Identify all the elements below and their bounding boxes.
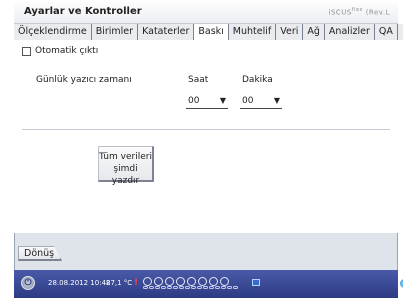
indicator-mini bbox=[227, 286, 232, 289]
indicator-dot bbox=[165, 277, 174, 286]
minute-select[interactable]: 00 ▼ bbox=[240, 93, 282, 109]
indicator-dot bbox=[220, 277, 229, 286]
indicator-mini bbox=[149, 286, 154, 289]
tab-birimler[interactable]: Birimler bbox=[91, 24, 139, 40]
brand-logo: iSCUSflex (Rev.L bbox=[328, 7, 390, 17]
minute-label: Dakika bbox=[242, 75, 273, 85]
indicator-mini bbox=[185, 286, 190, 289]
print-all-label-line2: şimdi yazdır bbox=[111, 164, 140, 186]
tab-muhtelif[interactable]: Muhtelif bbox=[228, 24, 277, 40]
daily-print-time-label: Günlük yazıcı zamanı bbox=[36, 75, 132, 85]
tab-analizler[interactable]: Analizler bbox=[324, 24, 375, 40]
dropdown-arrow-icon: ▼ bbox=[219, 96, 226, 105]
print-all-data-now-button[interactable]: Tüm verileri şimdi yazdır bbox=[98, 146, 154, 186]
indicator-mini bbox=[191, 286, 196, 289]
indicator-mini bbox=[203, 286, 208, 289]
indicator-mini bbox=[161, 286, 166, 289]
alert-icon: ! bbox=[134, 278, 139, 288]
auto-print-row[interactable]: Otomatik çıktı bbox=[22, 46, 98, 56]
tab-bar-filler bbox=[397, 24, 403, 40]
indicator-dots bbox=[143, 277, 231, 286]
tab-bar: Ölçeklendirme Birimler Kataterler Baskı … bbox=[14, 24, 403, 41]
indicator-mini bbox=[233, 286, 238, 289]
tab-qa[interactable]: QA bbox=[374, 24, 398, 40]
print-settings-panel: Otomatik çıktı Günlük yazıcı zamanı Saat… bbox=[14, 40, 398, 233]
status-datetime: 28.08.2012 10:48 bbox=[48, 279, 111, 287]
hour-select[interactable]: 00 ▼ bbox=[186, 93, 228, 109]
hour-select-value: 00 bbox=[188, 95, 200, 106]
indicator-mini bbox=[215, 286, 220, 289]
minute-select-value: 00 bbox=[242, 95, 254, 106]
power-icon[interactable]: ⏻ bbox=[21, 276, 35, 290]
indicator-dot bbox=[143, 277, 152, 286]
auto-print-label: Otomatik çıktı bbox=[35, 46, 99, 56]
indicator-dot bbox=[198, 277, 207, 286]
status-bar: ⏻ 28.08.2012 10:48 27,1 °C ! bbox=[14, 270, 403, 298]
network-icon bbox=[252, 279, 260, 286]
tab-veri[interactable]: Veri bbox=[276, 24, 304, 40]
window-title: Ayarlar ve Kontroller bbox=[24, 6, 142, 17]
indicator-mini bbox=[179, 286, 184, 289]
tab-ag[interactable]: Ağ bbox=[303, 24, 325, 40]
indicator-mini bbox=[167, 286, 172, 289]
status-temperature: 27,1 °C bbox=[106, 279, 133, 287]
hour-label: Saat bbox=[188, 75, 209, 85]
indicator-mini bbox=[173, 286, 178, 289]
tab-olceklendirme[interactable]: Ölçeklendirme bbox=[14, 24, 92, 40]
indicator-dot bbox=[187, 277, 196, 286]
divider bbox=[22, 129, 390, 130]
print-all-label-line1: Tüm verileri bbox=[99, 152, 152, 162]
auto-print-checkbox[interactable] bbox=[22, 46, 31, 56]
tab-baski[interactable]: Baskı bbox=[194, 24, 229, 41]
indicator-dot bbox=[209, 277, 218, 286]
dropdown-arrow-icon: ▼ bbox=[273, 96, 280, 105]
indicator-mini bbox=[197, 286, 202, 289]
indicator-mini bbox=[209, 286, 214, 289]
title-bar: Ayarlar ve Kontroller iSCUSflex (Rev.L bbox=[14, 0, 398, 24]
indicator-dot bbox=[154, 277, 163, 286]
indicator-mini bbox=[221, 286, 226, 289]
indicator-mini bbox=[143, 286, 148, 289]
indicator-mini bbox=[155, 286, 160, 289]
tab-kataterler[interactable]: Kataterler bbox=[138, 24, 195, 40]
indicator-dot bbox=[176, 277, 185, 286]
indicator-minis bbox=[143, 286, 239, 289]
